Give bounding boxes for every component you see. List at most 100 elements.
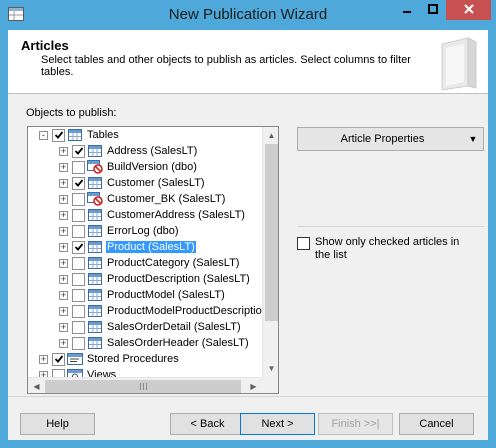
tree-item-checkbox[interactable] bbox=[72, 336, 85, 350]
show-only-checked-option[interactable]: Show only checked articles in the list bbox=[297, 236, 477, 262]
maximize-button[interactable] bbox=[420, 0, 446, 20]
tree-item[interactable]: + ProductModelProductDescription (S bbox=[59, 303, 262, 319]
tree-item[interactable]: + SalesOrderHeader (SalesLT) bbox=[59, 335, 250, 351]
expand-icon[interactable]: + bbox=[59, 178, 68, 188]
tree-item-label: Stored Procedures bbox=[87, 353, 179, 365]
tree-item-checkbox[interactable] bbox=[72, 256, 85, 270]
show-only-checked-checkbox[interactable] bbox=[297, 237, 310, 250]
tree-item-label: Views bbox=[87, 369, 117, 377]
table-icon bbox=[87, 320, 103, 334]
table-icon bbox=[87, 304, 103, 318]
tree-item-checkbox[interactable] bbox=[72, 240, 85, 254]
expand-icon[interactable]: + bbox=[59, 162, 68, 172]
next-button[interactable]: Next > bbox=[240, 413, 315, 435]
expand-icon[interactable]: + bbox=[59, 338, 68, 348]
collapse-icon[interactable]: - bbox=[39, 130, 48, 140]
tree-item[interactable]: + ProductDescription (SalesLT) bbox=[59, 271, 251, 287]
minimize-button[interactable] bbox=[394, 0, 420, 20]
tree-item-checkbox[interactable] bbox=[72, 224, 85, 238]
tree-item-label: Customer (SalesLT) bbox=[107, 177, 205, 189]
tree-item-checkbox[interactable] bbox=[72, 176, 85, 190]
tree-item[interactable]: + Stored Procedures bbox=[39, 351, 180, 367]
article-properties-label: Article Properties bbox=[340, 133, 425, 145]
tree-item-label: SalesOrderDetail (SalesLT) bbox=[107, 321, 241, 333]
tree-item[interactable]: + ProductModel (SalesLT) bbox=[59, 287, 226, 303]
tree-item-checkbox[interactable] bbox=[72, 144, 85, 158]
tree-item-checkbox[interactable] bbox=[52, 128, 65, 142]
scrollbar-corner bbox=[262, 377, 278, 393]
article-properties-button[interactable]: Article Properties ▼ bbox=[297, 127, 484, 151]
tree-item-checkbox[interactable] bbox=[72, 288, 85, 302]
folder-view-icon bbox=[67, 368, 83, 377]
tree-item-label: CustomerAddress (SalesLT) bbox=[107, 209, 245, 221]
tree-item[interactable]: + Product (SalesLT) bbox=[59, 239, 196, 255]
expand-icon[interactable]: + bbox=[59, 194, 68, 204]
tree-item-label: Address (SalesLT) bbox=[107, 145, 198, 157]
tree-item-label: Customer_BK (SalesLT) bbox=[107, 193, 226, 205]
folder-procedure-icon bbox=[67, 352, 83, 366]
expand-icon[interactable]: + bbox=[59, 226, 68, 236]
table-icon bbox=[87, 224, 103, 238]
expand-icon[interactable]: + bbox=[59, 258, 68, 268]
tree-item-checkbox[interactable] bbox=[72, 304, 85, 318]
tree-item-label: ProductCategory (SalesLT) bbox=[107, 257, 240, 269]
table-icon bbox=[87, 144, 103, 158]
expand-icon[interactable]: + bbox=[59, 274, 68, 284]
title-bar[interactable]: New Publication Wizard bbox=[0, 0, 496, 30]
horizontal-scrollbar[interactable]: ◀ ▶ bbox=[28, 377, 262, 393]
table-icon bbox=[87, 336, 103, 350]
vertical-scroll-thumb[interactable] bbox=[265, 144, 278, 321]
back-button[interactable]: < Back bbox=[170, 413, 245, 435]
minimize-icon bbox=[402, 4, 412, 17]
close-button[interactable] bbox=[446, 0, 491, 20]
tree-item[interactable]: + ProductCategory (SalesLT) bbox=[59, 255, 240, 271]
tree-item-label: ProductModel (SalesLT) bbox=[107, 289, 225, 301]
tree-item-checkbox[interactable] bbox=[72, 208, 85, 222]
tree-item-checkbox[interactable] bbox=[72, 320, 85, 334]
tree-item[interactable]: + ErrorLog (dbo) bbox=[59, 223, 180, 239]
publication-graphic-icon bbox=[436, 36, 478, 92]
button-bar: Help < Back Next > Finish >>| Cancel bbox=[8, 396, 488, 440]
expand-icon[interactable]: + bbox=[59, 306, 68, 316]
table-icon bbox=[87, 176, 103, 190]
tree-item[interactable]: + Views bbox=[39, 367, 117, 377]
wizard-body: Articles Select tables and other objects… bbox=[8, 30, 488, 440]
maximize-icon bbox=[428, 3, 438, 17]
tree-item[interactable]: + Customer_BK (SalesLT) bbox=[59, 191, 226, 207]
tree-item-checkbox[interactable] bbox=[72, 192, 85, 206]
tree-item-label: ProductModelProductDescription (S bbox=[107, 305, 262, 317]
expand-icon[interactable]: + bbox=[39, 354, 48, 364]
tree-item-label: BuildVersion (dbo) bbox=[107, 161, 197, 173]
horizontal-scroll-thumb[interactable] bbox=[45, 380, 241, 393]
expand-icon[interactable]: + bbox=[59, 146, 68, 156]
tree-item-checkbox[interactable] bbox=[52, 352, 65, 366]
table-icon bbox=[87, 208, 103, 222]
tree-item[interactable]: + SalesOrderDetail (SalesLT) bbox=[59, 319, 242, 335]
expand-icon[interactable]: + bbox=[59, 290, 68, 300]
finish-button[interactable]: Finish >>| bbox=[318, 413, 393, 435]
scroll-right-arrow-icon[interactable]: ▶ bbox=[245, 378, 262, 393]
scroll-down-arrow-icon[interactable]: ▼ bbox=[263, 360, 278, 377]
objects-tree[interactable]: - Tables + Address (SalesLT) + BuildVersion (… bbox=[27, 126, 279, 394]
table-blocked-icon bbox=[87, 192, 103, 206]
expand-icon[interactable]: + bbox=[59, 242, 68, 252]
scroll-up-arrow-icon[interactable]: ▲ bbox=[263, 127, 278, 144]
tree-item[interactable]: + BuildVersion (dbo) bbox=[59, 159, 198, 175]
tree-item-checkbox[interactable] bbox=[72, 160, 85, 174]
tree-item-label: ErrorLog (dbo) bbox=[107, 225, 179, 237]
vertical-scrollbar[interactable]: ▲ ▼ bbox=[262, 127, 278, 377]
expand-icon[interactable]: + bbox=[59, 322, 68, 332]
expand-icon[interactable]: + bbox=[59, 210, 68, 220]
tree-item[interactable]: + Customer (SalesLT) bbox=[59, 175, 206, 191]
tree-item-checkbox[interactable] bbox=[72, 272, 85, 286]
help-button[interactable]: Help bbox=[20, 413, 95, 435]
scroll-left-arrow-icon[interactable]: ◀ bbox=[28, 378, 45, 393]
wizard-window: New Publication Wizard Articles Select t… bbox=[0, 0, 496, 448]
page-description: Select tables and other objects to publi… bbox=[41, 54, 411, 78]
tree-item-checkbox[interactable] bbox=[52, 368, 65, 377]
tree-item[interactable]: + CustomerAddress (SalesLT) bbox=[59, 207, 246, 223]
tree-item[interactable]: + Address (SalesLT) bbox=[59, 143, 198, 159]
cancel-button[interactable]: Cancel bbox=[399, 413, 474, 435]
tree-item[interactable]: - Tables bbox=[39, 127, 120, 143]
dropdown-arrow-icon: ▼ bbox=[468, 134, 478, 144]
